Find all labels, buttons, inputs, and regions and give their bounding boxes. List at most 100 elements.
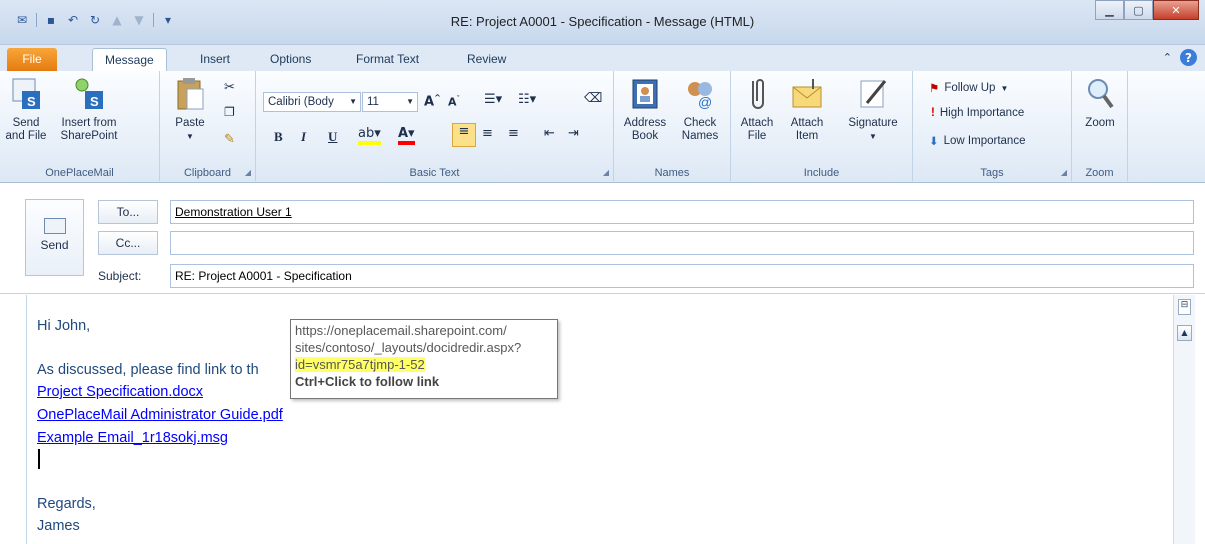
svg-text:@: @ — [698, 94, 712, 110]
highlight-icon[interactable]: ab▾ — [358, 127, 381, 145]
to-field[interactable]: Demonstration User 1 — [170, 200, 1194, 224]
link-administrator-guide[interactable]: OnePlaceMail Administrator Guide.pdf — [37, 407, 283, 423]
window-title: RE: Project A0001 - Specification - Mess… — [450, 14, 755, 29]
font-color-icon[interactable]: A▾ — [398, 127, 415, 145]
signature-label: Signature — [848, 117, 898, 129]
regards-text: Regards, — [37, 496, 96, 512]
paperclip-icon — [741, 77, 773, 111]
address-book-label: Address Book — [623, 117, 667, 142]
tab-format-text[interactable]: Format Text — [344, 48, 431, 71]
zoom-button[interactable]: Zoom — [1080, 77, 1120, 130]
send-and-file-button[interactable]: S Send and File — [2, 77, 50, 143]
high-importance-icon: ! — [931, 107, 935, 119]
ruler-toggle-icon[interactable]: ⊟ — [1178, 299, 1191, 315]
intro-text: As discussed, please find link to th — [37, 362, 259, 378]
underline-button[interactable]: U — [328, 129, 337, 145]
paste-icon — [174, 77, 206, 111]
copy-icon[interactable]: ❐ — [224, 105, 235, 119]
attach-file-label: Attach File — [740, 117, 774, 142]
subject-field[interactable]: RE: Project A0001 - Specification — [170, 264, 1194, 288]
attach-file-button[interactable]: Attach File — [737, 77, 777, 143]
clipboard-launcher-icon[interactable]: ◢ — [245, 168, 251, 177]
tab-file[interactable]: File — [7, 48, 57, 71]
close-button[interactable]: ✕ — [1153, 0, 1199, 20]
cc-button[interactable]: Cc... — [98, 231, 158, 255]
numbering-icon[interactable]: ☷▾ — [518, 92, 536, 107]
maximize-button[interactable]: ▢ — [1124, 0, 1153, 20]
signature-button[interactable]: Signature ▼ — [839, 77, 907, 143]
minimize-ribbon-icon[interactable]: ⌃ — [1163, 51, 1172, 64]
high-importance-button[interactable]: ! High Importance — [931, 107, 1024, 119]
tab-review[interactable]: Review — [455, 48, 518, 71]
align-right-icon[interactable]: ≡ — [508, 126, 519, 141]
group-tags: ⚑ Follow Up ▼ ! High Importance ⬇ Low Import… — [913, 71, 1072, 181]
oneplacemail-group-label: OnePlaceMail — [45, 167, 114, 179]
ribbon: S Send and File S Insert from SharePoint… — [0, 71, 1205, 183]
tooltip-url-line3: id=vsmr75a7tjmp-1-52 — [295, 357, 425, 372]
low-importance-button[interactable]: ⬇ Low Importance — [929, 134, 1025, 148]
font-name-combo[interactable]: Calibri (Body ▼ — [263, 92, 361, 112]
attach-item-button[interactable]: Attach Item — [783, 77, 831, 143]
insert-from-sharepoint-label: Insert from SharePoint — [60, 117, 118, 142]
to-recipient[interactable]: Demonstration User 1 — [175, 205, 292, 219]
low-importance-icon: ⬇ — [929, 136, 939, 148]
help-icon[interactable]: ? — [1180, 49, 1197, 66]
send-and-file-label: Send and File — [5, 117, 47, 142]
zoom-label: Zoom — [1085, 117, 1115, 129]
align-center-icon[interactable]: ≡ — [482, 126, 493, 141]
attach-item-label: Attach Item — [790, 117, 824, 142]
title-bar: ✉ ▪ ↶ ↻ ▲ ▼ ▾ RE: Project A0001 - Specif… — [0, 0, 1205, 45]
paste-button[interactable]: Paste ▼ — [170, 77, 210, 143]
minimize-button[interactable]: ▁ — [1095, 0, 1124, 20]
link-example-email[interactable]: Example Email_1r18sokj.msg — [37, 430, 228, 446]
send-button[interactable]: Send — [25, 199, 84, 276]
group-oneplacemail: S Send and File S Insert from SharePoint… — [0, 71, 160, 181]
tooltip-hint: Ctrl+Click to follow link — [295, 374, 440, 389]
link-project-specification[interactable]: Project Specification.docx — [37, 384, 203, 400]
bold-button[interactable]: B — [274, 129, 283, 145]
to-button[interactable]: To... — [98, 200, 158, 224]
send-label: Send — [40, 238, 69, 252]
text-cursor — [38, 449, 40, 469]
clear-formatting-icon[interactable]: ⌫ — [584, 91, 602, 106]
decrease-indent-icon[interactable]: ⇤ — [544, 126, 555, 141]
attach-item-icon — [791, 77, 823, 111]
message-header: Send To... Demonstration User 1 Cc... Su… — [0, 184, 1205, 294]
address-book-button[interactable]: Address Book — [620, 77, 670, 143]
group-names: Address Book @ Check Names Names — [614, 71, 731, 181]
ribbon-tabs: File Message Insert Options Format Text … — [0, 45, 1205, 71]
font-size-combo[interactable]: 11 ▼ — [362, 92, 418, 112]
group-zoom: Zoom Zoom — [1072, 71, 1128, 181]
align-left-button[interactable]: ≡ — [452, 123, 476, 147]
group-basic-text: Calibri (Body ▼ 11 ▼ A^ Aˇ ☰▾ ☷▾ ⌫ B I U a… — [256, 71, 614, 181]
bullets-icon[interactable]: ☰▾ — [484, 92, 502, 107]
tooltip-url-line1: https://oneplacemail.sharepoint.com/ — [295, 323, 507, 338]
tags-group-label: Tags — [980, 167, 1004, 179]
send-icon — [43, 218, 66, 234]
tab-insert[interactable]: Insert — [188, 48, 242, 71]
tab-options[interactable]: Options — [258, 48, 323, 71]
check-names-button[interactable]: @ Check Names — [676, 77, 724, 143]
grow-font-icon[interactable]: A^ — [424, 93, 441, 109]
link-tooltip: https://oneplacemail.sharepoint.com/ sit… — [290, 319, 558, 399]
insert-from-sharepoint-button[interactable]: S Insert from SharePoint — [52, 77, 126, 143]
follow-up-button[interactable]: ⚑ Follow Up ▼ — [929, 81, 1008, 95]
tab-message[interactable]: Message — [92, 48, 167, 71]
subject-label: Subject: — [98, 269, 142, 283]
signature-name: James — [37, 518, 80, 534]
cc-field[interactable] — [170, 231, 1194, 255]
format-painter-icon[interactable]: ✎ — [224, 131, 235, 147]
signature-icon — [857, 77, 889, 111]
basic-text-launcher-icon[interactable]: ◢ — [603, 168, 609, 177]
tags-launcher-icon[interactable]: ◢ — [1061, 168, 1067, 177]
increase-indent-icon[interactable]: ⇥ — [568, 126, 579, 141]
svg-text:S: S — [90, 94, 99, 109]
check-names-label: Check Names — [681, 117, 719, 142]
shrink-font-icon[interactable]: Aˇ — [448, 95, 460, 109]
greeting-text: Hi John, — [37, 318, 91, 334]
cut-icon[interactable]: ✂ — [224, 79, 235, 95]
scroll-up-button[interactable]: ▲ — [1177, 325, 1192, 341]
vertical-scrollbar[interactable]: ⊟ ▲ — [1173, 295, 1195, 544]
zoom-group-label: Zoom — [1085, 167, 1114, 179]
italic-button[interactable]: I — [301, 129, 306, 145]
